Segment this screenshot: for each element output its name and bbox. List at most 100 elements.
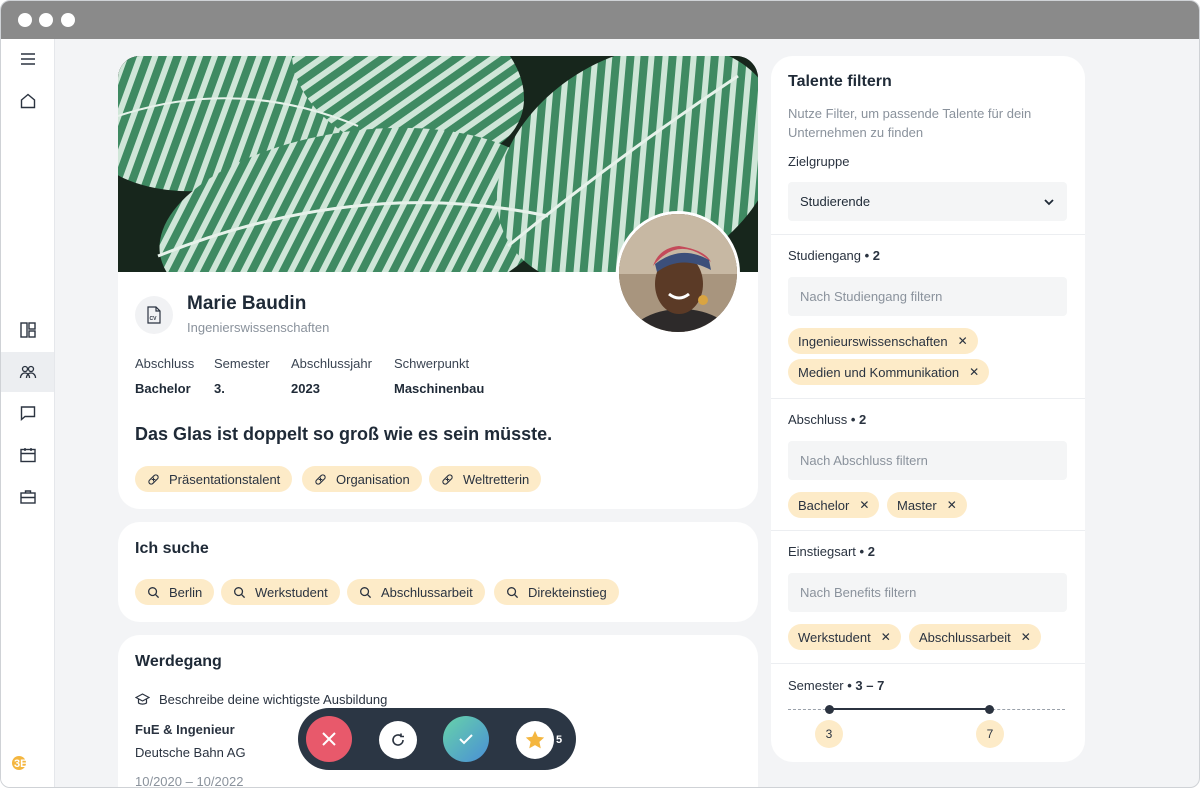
study-count: • 2 <box>864 248 881 263</box>
seeking-label: Berlin <box>169 584 203 600</box>
home-icon <box>20 93 35 109</box>
undo-button[interactable] <box>379 721 417 759</box>
trait-chip: Präsentationstalent <box>135 466 293 492</box>
sidebar-item-messages[interactable] <box>1 393 54 433</box>
sidebar-item-talents[interactable] <box>1 352 54 392</box>
close-icon <box>322 732 336 746</box>
calendar-icon <box>19 448 36 463</box>
window-close-dot[interactable] <box>18 13 32 27</box>
semester-filter-label: Semester • 3 – 7 <box>788 678 884 693</box>
semester-label-text: Semester <box>788 678 844 693</box>
divider <box>771 234 1085 235</box>
divider <box>771 398 1085 399</box>
check-icon <box>459 734 473 745</box>
sidebar-item-jobs[interactable] <box>1 477 54 517</box>
study-tag-label: Ingenieurswissenschaften <box>798 333 948 349</box>
title-bar <box>1 1 1199 39</box>
semester-range: • 3 – 7 <box>847 678 885 693</box>
degree-tag[interactable]: Bachelor ✕ <box>788 492 880 518</box>
seeking-chip: Abschlussarbeit <box>347 579 485 605</box>
close-icon[interactable]: ✕ <box>969 365 979 379</box>
semester-slider-min-handle[interactable] <box>825 705 834 714</box>
target-group-label: Zielgruppe <box>788 154 850 169</box>
seeking-chip: Werkstudent <box>221 579 340 605</box>
entry-tag[interactable]: Abschlussarbeit ✕ <box>909 624 1041 650</box>
chevron-down-icon <box>1044 199 1054 206</box>
semester-max-value: 7 <box>976 720 1004 748</box>
study-tag[interactable]: Ingenieurswissenschaften ✕ <box>788 328 978 354</box>
bandage-icon <box>315 473 326 485</box>
favorite-button[interactable] <box>516 721 554 759</box>
seeking-label: Werkstudent <box>255 584 328 600</box>
entry-tag[interactable]: Werkstudent ✕ <box>788 624 901 650</box>
meta-label-year: Abschlussjahr <box>291 356 372 371</box>
profile-name: Marie Baudin <box>187 293 307 314</box>
close-icon[interactable]: ✕ <box>947 498 957 512</box>
dashboard-icon <box>19 322 36 338</box>
entry-tag-label: Abschlussarbeit <box>919 629 1011 645</box>
reject-button[interactable] <box>306 716 352 762</box>
entry-label-text: Einstiegsart <box>788 544 856 559</box>
sidebar-menu-button[interactable] <box>1 39 54 79</box>
filter-title: Talente filtern <box>788 73 892 90</box>
favorite-count: 5 <box>556 734 563 746</box>
refresh-icon <box>392 733 404 746</box>
semester-min-value: 3 <box>815 720 843 748</box>
seeking-chip: Berlin <box>135 579 215 605</box>
study-filter-label: Studiengang • 2 <box>788 248 880 263</box>
bandage-icon <box>442 473 453 485</box>
profile-field: Ingenierswissenschaften <box>187 320 330 335</box>
close-icon[interactable]: ✕ <box>1021 630 1031 644</box>
semester-slider-max-handle[interactable] <box>985 705 994 714</box>
entry-count: • 2 <box>859 544 875 559</box>
filter-description: Nutze Filter, um passende Talente für de… <box>788 106 1032 140</box>
career-company: Deutsche Bahn AG <box>135 745 246 760</box>
study-label-text: Studiengang <box>788 248 862 263</box>
close-icon[interactable]: ✕ <box>958 334 968 348</box>
sidebar-item-home[interactable] <box>1 81 54 121</box>
degree-label-text: Abschluss <box>788 412 848 427</box>
career-role: FuE & Ingenieur <box>135 722 235 737</box>
close-icon[interactable]: ✕ <box>859 498 869 512</box>
target-group-select[interactable]: Studierende <box>788 182 1067 221</box>
meta-value-year: 2023 <box>291 381 320 396</box>
search-icon <box>148 586 160 598</box>
window-minimize-dot[interactable] <box>39 13 53 27</box>
window-maximize-dot[interactable] <box>61 13 75 27</box>
semester-slider-range <box>829 708 989 710</box>
entry-filter-label: Einstiegsart • 2 <box>788 544 875 559</box>
career-hint: Beschreibe deine wichtigste Ausbildung <box>159 692 388 707</box>
trait-label: Weltretterin <box>463 471 530 487</box>
search-icon <box>360 586 372 598</box>
trait-chip: Weltretterin <box>429 466 542 492</box>
target-group-value: Studierende <box>800 194 871 209</box>
trait-label: Präsentationstalent <box>169 471 281 487</box>
search-icon <box>234 586 246 598</box>
graduation-cap-icon <box>135 693 150 705</box>
cv-icon[interactable]: CV <box>135 296 173 334</box>
app-window: 3EG CV Marie Baudin Ingenierswissenschaf… <box>0 0 1200 788</box>
search-icon <box>507 586 519 598</box>
entry-filter-input[interactable] <box>788 573 1067 612</box>
study-tag[interactable]: Medien und Kommunikation ✕ <box>788 359 990 385</box>
menu-icon <box>20 53 35 65</box>
trait-label: Organisation <box>336 471 410 487</box>
degree-count: • 2 <box>850 412 867 427</box>
sidebar-item-calendar[interactable] <box>1 435 54 475</box>
accept-button[interactable] <box>443 716 489 762</box>
sidebar-item-dashboard[interactable] <box>1 310 54 350</box>
seeking-label: Direkteinstieg <box>528 584 607 600</box>
seeking-card <box>118 522 758 622</box>
star-icon <box>525 730 545 749</box>
degree-tag-label: Bachelor <box>798 497 850 513</box>
degree-tag[interactable]: Master ✕ <box>887 492 967 518</box>
degree-filter-input[interactable] <box>788 441 1067 480</box>
chat-icon <box>20 406 35 422</box>
divider <box>771 663 1085 664</box>
cv-label: CV <box>150 316 158 322</box>
study-filter-input[interactable] <box>788 277 1067 316</box>
meta-value-semester: 3. <box>214 381 225 396</box>
seeking-chip: Direkteinstieg <box>494 579 619 605</box>
close-icon[interactable]: ✕ <box>881 630 891 644</box>
logo-text: 3EG <box>14 758 36 770</box>
